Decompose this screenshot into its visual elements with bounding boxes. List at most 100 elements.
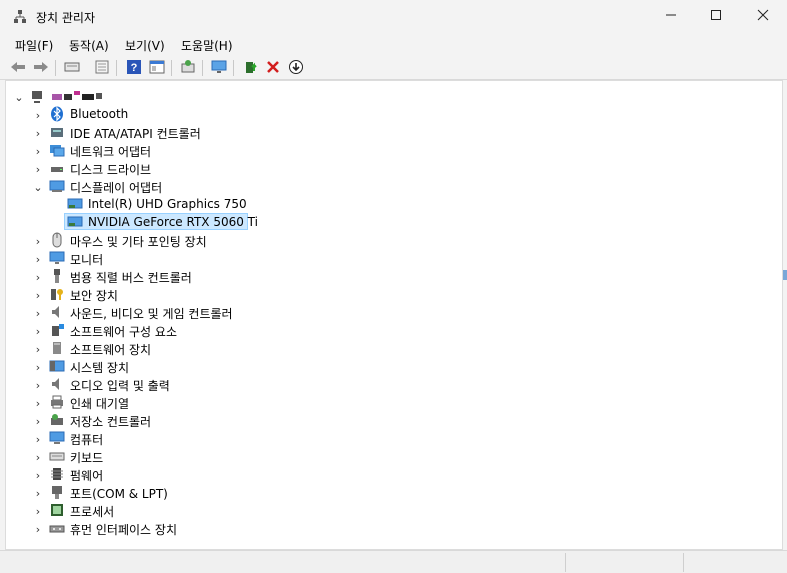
menu-action[interactable]: 동작(A)	[69, 37, 109, 54]
maximize-button[interactable]	[693, 0, 739, 34]
forward-icon	[33, 60, 49, 77]
chevron-right-icon[interactable]: ›	[33, 379, 43, 392]
category-label: 사운드, 비디오 및 게임 컨트롤러	[70, 307, 233, 321]
device-tree[interactable]: ⌄ › Bluetooth › IDE ATA/ATAPI 컨트롤러 › 네트워…	[5, 80, 783, 550]
toolbar-separator	[116, 60, 117, 76]
display-adapter-icon	[67, 214, 83, 230]
mouse-icon	[49, 232, 65, 248]
minimize-icon	[665, 9, 677, 25]
back-button[interactable]	[8, 59, 28, 77]
chevron-right-icon[interactable]: ›	[33, 433, 43, 446]
category-label: 컴퓨터	[70, 433, 104, 447]
toolbar-separator	[233, 60, 234, 76]
category-label: Bluetooth	[70, 107, 129, 121]
toolbar: ?	[0, 56, 787, 80]
chevron-right-icon[interactable]: ›	[33, 307, 43, 320]
help-icon: ?	[126, 59, 142, 78]
category-label: 인쇄 대기열	[70, 397, 130, 411]
status-divider	[565, 553, 566, 572]
root-computer-name	[52, 90, 104, 104]
hid-icon	[49, 520, 65, 536]
uninstall-button[interactable]	[263, 59, 283, 77]
category-label: 소프트웨어 구성 요소	[70, 325, 177, 339]
system-device-icon	[49, 358, 65, 374]
port-icon	[49, 484, 65, 500]
chevron-right-icon[interactable]: ›	[33, 253, 43, 266]
ide-controller-icon	[49, 124, 65, 140]
svg-text:?: ?	[131, 62, 138, 74]
chevron-right-icon[interactable]: ›	[33, 415, 43, 428]
disable-icon	[288, 59, 304, 78]
close-button[interactable]	[740, 0, 786, 34]
disable-button[interactable]	[286, 59, 306, 77]
category-label: 디스크 드라이브	[70, 163, 152, 177]
minimize-button[interactable]	[648, 0, 694, 34]
update-driver-button[interactable]	[241, 59, 261, 77]
view-icon	[149, 59, 165, 78]
chevron-right-icon[interactable]: ›	[33, 145, 43, 158]
properties-icon	[94, 59, 110, 78]
chevron-right-icon[interactable]: ›	[33, 451, 43, 464]
device-label: NVIDIA GeForce RTX 5060 Ti	[88, 215, 258, 229]
update-driver-icon	[243, 59, 259, 78]
network-adapter-icon	[49, 142, 65, 158]
category-label: 오디오 입력 및 출력	[70, 379, 170, 393]
chevron-right-icon[interactable]: ›	[33, 235, 43, 248]
chevron-right-icon[interactable]: ›	[33, 361, 43, 374]
category-label: IDE ATA/ATAPI 컨트롤러	[70, 127, 201, 141]
printer-icon	[49, 394, 65, 410]
processor-icon	[49, 502, 65, 518]
toolbar-separator	[202, 60, 203, 76]
window-title: 장치 관리자	[36, 11, 96, 25]
toolbar-separator	[55, 60, 56, 76]
properties-button[interactable]	[92, 59, 112, 77]
device-label: Intel(R) UHD Graphics 750	[88, 197, 247, 211]
monitor-button[interactable]	[209, 59, 229, 77]
uninstall-icon	[266, 60, 280, 77]
device-manager-icon	[12, 9, 28, 25]
chevron-right-icon[interactable]: ›	[33, 469, 43, 482]
chevron-down-icon[interactable]: ⌄	[33, 181, 43, 194]
disk-drive-icon	[49, 160, 65, 176]
display-adapter-icon	[67, 196, 83, 212]
category-label: 디스플레이 어댑터	[70, 181, 163, 195]
forward-button[interactable]	[31, 59, 51, 77]
show-hidden-button[interactable]	[62, 59, 82, 77]
category-label: 범용 직렬 버스 컨트롤러	[70, 271, 192, 285]
menu-help[interactable]: 도움말(H)	[181, 37, 233, 54]
back-icon	[10, 60, 26, 77]
scan-hardware-icon	[180, 59, 196, 78]
category-label: 저장소 컨트롤러	[70, 415, 152, 429]
computer-root-icon	[29, 89, 45, 105]
chevron-right-icon[interactable]: ›	[33, 127, 43, 140]
display-adapter-icon	[49, 178, 65, 194]
category-label: 프로세서	[70, 505, 115, 519]
software-device-icon	[49, 340, 65, 356]
chevron-right-icon[interactable]: ›	[33, 397, 43, 410]
chevron-right-icon[interactable]: ›	[33, 343, 43, 356]
chevron-right-icon[interactable]: ›	[33, 505, 43, 518]
category-label: 포트(COM & LPT)	[70, 487, 168, 501]
chevron-right-icon[interactable]: ›	[33, 109, 43, 122]
chevron-right-icon[interactable]: ›	[33, 271, 43, 284]
monitor-icon	[49, 250, 65, 266]
title-bar: 장치 관리자	[0, 0, 787, 34]
chevron-right-icon[interactable]: ›	[33, 523, 43, 536]
help-button[interactable]: ?	[124, 59, 144, 77]
usb-icon	[49, 268, 65, 284]
chevron-right-icon[interactable]: ›	[33, 163, 43, 176]
chevron-right-icon[interactable]: ›	[33, 487, 43, 500]
bluetooth-icon	[49, 106, 65, 122]
menu-view[interactable]: 보기(V)	[125, 37, 165, 54]
category-label: 보안 장치	[70, 289, 118, 303]
category-label: 모니터	[70, 253, 104, 267]
maximize-icon	[710, 9, 722, 25]
chevron-down-icon[interactable]: ⌄	[14, 91, 24, 104]
view-button[interactable]	[147, 59, 167, 77]
chevron-right-icon[interactable]: ›	[33, 325, 43, 338]
menu-file[interactable]: 파일(F)	[15, 37, 53, 54]
scan-hardware-button[interactable]	[178, 59, 198, 77]
chevron-right-icon[interactable]: ›	[33, 289, 43, 302]
category-label: 휴먼 인터페이스 장치	[70, 523, 177, 537]
category-label: 네트워크 어댑터	[70, 145, 152, 159]
